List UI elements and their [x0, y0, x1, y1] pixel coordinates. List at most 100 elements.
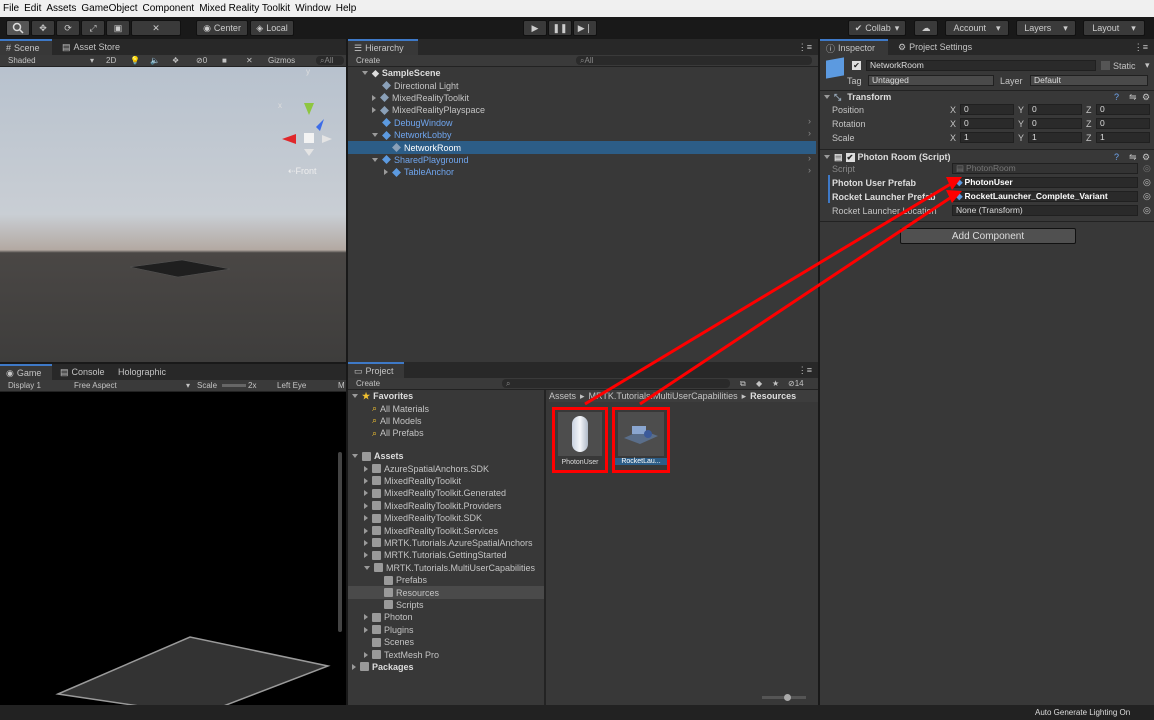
help-icon[interactable]: ? [1114, 152, 1119, 162]
scale-slider[interactable] [222, 384, 246, 387]
folder-item[interactable]: MixedRealityToolkit.Generated [364, 487, 506, 499]
aspect-dropdown[interactable]: Free Aspect [74, 381, 117, 390]
photon-user-prefab-field[interactable]: ◆ PhotonUser [952, 177, 1138, 188]
menu-edit[interactable]: Edit [24, 3, 41, 14]
photon-room-header[interactable]: ▤ ✔ Photon Room (Script) [824, 151, 951, 163]
asset-rocketlauncher[interactable]: RocketLau... [612, 407, 670, 473]
play-button[interactable]: ▶ [523, 20, 547, 36]
audio-icon[interactable]: 🔈 [150, 56, 160, 65]
tab-inspector[interactable]: ⓘ Inspector [820, 39, 888, 55]
rocket-prefab-field[interactable]: ◆ RocketLauncher_Complete_Variant [952, 191, 1138, 202]
panel-menu-icon[interactable]: ⋮≡ [798, 365, 812, 376]
pivot-center-toggle[interactable]: ◉ Center [196, 20, 248, 36]
chevron-right-icon[interactable]: › [808, 116, 811, 126]
scene-search-input[interactable]: ⌕All [316, 56, 344, 65]
object-picker-icon[interactable]: ◎ [1143, 191, 1151, 202]
tab-hierarchy[interactable]: ☰ Hierarchy [348, 39, 418, 55]
hierarchy-item[interactable]: MixedRealityToolkit [372, 92, 469, 104]
collab-dropdown[interactable]: ✔ Collab ▾ [848, 20, 906, 36]
breadcrumb-resources[interactable]: Resources [750, 391, 796, 401]
favorite-star-icon[interactable]: ★ [772, 379, 779, 388]
scene-viewport[interactable]: y x ⇠Front [0, 67, 346, 362]
chevron-right-icon[interactable]: › [808, 128, 811, 138]
project-search-input[interactable]: ⌕ [502, 379, 730, 388]
tag-dropdown[interactable]: Untagged [868, 75, 994, 86]
tab-asset-store[interactable]: ▤ Asset Store [56, 39, 128, 55]
folder-item[interactable]: MixedRealityToolkit [364, 475, 461, 487]
filter-label-icon[interactable]: ◆ [756, 379, 762, 388]
object-picker-icon[interactable]: ◎ [1143, 163, 1151, 174]
folder-item[interactable]: TextMesh Pro [364, 648, 439, 660]
hierarchy-item-selected[interactable]: NetworkRoom [348, 141, 816, 154]
menu-window[interactable]: Window [295, 3, 331, 14]
eye-dropdown[interactable]: Left Eye [277, 381, 306, 390]
rect-tool-icon[interactable]: ▣ [106, 20, 130, 36]
display-dropdown[interactable]: Display 1 [8, 381, 41, 390]
hierarchy-item[interactable]: SharedPlayground [372, 154, 469, 166]
static-checkbox[interactable] [1101, 61, 1110, 70]
scale-tool-icon[interactable]: ⤢ [81, 20, 105, 36]
folder-item[interactable]: AzureSpatialAnchors.SDK [364, 462, 489, 474]
preset-icon[interactable]: ⇋ [1129, 92, 1137, 103]
tab-scene[interactable]: # Scene [0, 39, 52, 55]
transform-tool-icon[interactable]: ✕ [131, 20, 181, 36]
favorites-header[interactable]: ★ Favorites [352, 390, 413, 402]
folder-item[interactable]: MRTK.Tutorials.GettingStarted [364, 549, 507, 561]
slider-thumb[interactable] [784, 694, 791, 701]
tab-project[interactable]: ▭ Project [348, 362, 404, 378]
folder-item[interactable]: Photon [364, 611, 413, 623]
lighting-status[interactable]: Auto Generate Lighting On [1035, 708, 1130, 717]
folder-item[interactable]: Scripts [384, 599, 424, 611]
menu-assets[interactable]: Assets [46, 3, 76, 14]
tab-holographic[interactable]: Holographic [112, 364, 182, 380]
filter-type-icon[interactable]: ⧉ [740, 379, 746, 389]
hierarchy-item[interactable]: Directional Light [382, 79, 459, 91]
scale-y-field[interactable]: 1 [1028, 132, 1082, 143]
breadcrumb-assets[interactable]: Assets [549, 391, 576, 401]
rotation-y-field[interactable]: 0 [1028, 118, 1082, 129]
help-icon[interactable]: ? [1114, 92, 1119, 102]
favorite-item[interactable]: ⌕ All Models [372, 415, 422, 427]
tab-project-settings[interactable]: ⚙ Project Settings [892, 39, 982, 55]
folder-item[interactable]: MRTK.Tutorials.AzureSpatialAnchors [364, 537, 533, 549]
hierarchy-create-dropdown[interactable]: Create [356, 56, 380, 65]
chevron-down-icon[interactable]: ▾ [1145, 60, 1150, 71]
component-menu-icon[interactable]: ⚙ [1142, 152, 1150, 163]
toggle-2d-button[interactable]: 2D [106, 56, 116, 65]
step-button[interactable]: ▶❘ [573, 20, 597, 36]
hierarchy-search-input[interactable]: ⌕All [576, 56, 812, 65]
menu-file[interactable]: File [3, 3, 19, 14]
position-x-field[interactable]: 0 [960, 104, 1014, 115]
lighting-icon[interactable]: 💡 [130, 56, 140, 65]
preset-icon[interactable]: ⇋ [1129, 152, 1137, 163]
chevron-right-icon[interactable]: › [808, 165, 811, 175]
favorite-item[interactable]: ⌕ All Materials [372, 402, 429, 414]
transform-header[interactable]: ⤡ Transform [824, 91, 891, 103]
menu-gameobject[interactable]: GameObject [81, 3, 137, 14]
scene-root-row[interactable]: ◆ SampleScene [362, 67, 440, 79]
hidden-count-badge[interactable]: ⊘0 [196, 56, 207, 65]
scale-z-field[interactable]: 1 [1096, 132, 1150, 143]
shading-mode-dropdown[interactable]: Shaded [8, 56, 36, 65]
object-picker-icon[interactable]: ◎ [1143, 205, 1151, 216]
folder-item[interactable]: MixedRealityToolkit.SDK [364, 512, 482, 524]
breadcrumb-mrtk-multiuser[interactable]: MRTK.Tutorials.MultiUserCapabilities [589, 391, 738, 401]
hierarchy-item[interactable]: DebugWindow [382, 117, 453, 129]
hand-tool-icon[interactable] [6, 20, 30, 36]
folder-item[interactable]: MRTK.Tutorials.MultiUserCapabilities [364, 562, 535, 574]
enabled-checkbox[interactable]: ✔ [845, 152, 855, 162]
panel-menu-icon[interactable]: ⋮≡ [1134, 42, 1148, 53]
position-z-field[interactable]: 0 [1096, 104, 1150, 115]
scale-x-field[interactable]: 1 [960, 132, 1014, 143]
object-name-field[interactable]: NetworkRoom [866, 60, 1096, 71]
tools-icon[interactable]: ✕ [246, 56, 253, 65]
menu-help[interactable]: Help [336, 3, 357, 14]
hierarchy-item[interactable]: TableAnchor [384, 166, 454, 178]
gizmos-dropdown[interactable]: Gizmos [268, 56, 295, 65]
cloud-button[interactable]: ☁ [914, 20, 938, 36]
tab-console[interactable]: ▤ Console [54, 364, 110, 380]
position-y-field[interactable]: 0 [1028, 104, 1082, 115]
hierarchy-item[interactable]: NetworkLobby [372, 129, 452, 141]
menu-mrtk[interactable]: Mixed Reality Toolkit [199, 3, 290, 14]
packages-header[interactable]: Packages [352, 661, 414, 673]
